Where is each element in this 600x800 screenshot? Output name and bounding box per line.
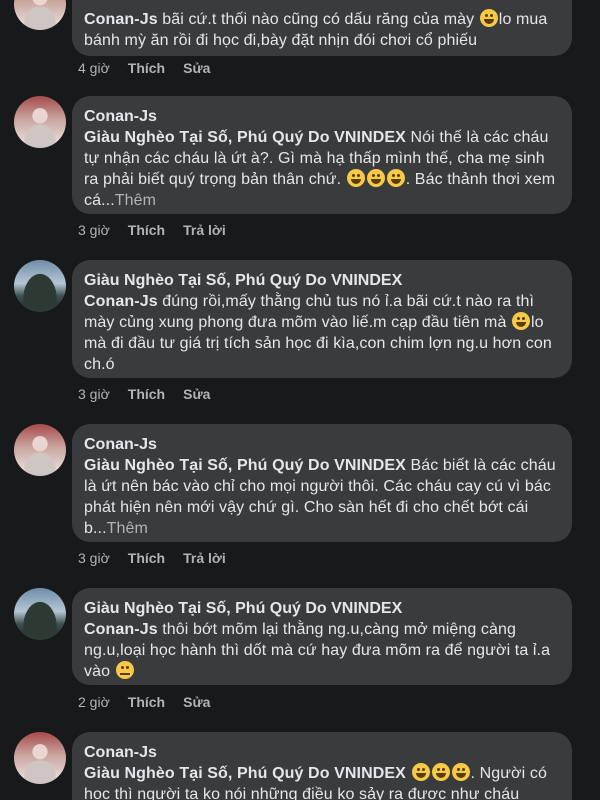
comment-time[interactable]: 2 giờ xyxy=(78,694,110,710)
comment-actions: 3 giờ Thích Trả lời xyxy=(78,222,226,238)
avatar[interactable] xyxy=(14,588,66,640)
like-button[interactable]: Thích xyxy=(128,694,165,710)
comment-author[interactable]: Conan-Js xyxy=(84,742,560,763)
comment-text-part xyxy=(406,765,411,782)
rofl-emoji-icon xyxy=(346,169,365,187)
comment-bubble: Conan-Js Giàu Nghèo Tại Số, Phú Quý Do V… xyxy=(72,424,572,542)
smirk-emoji-icon xyxy=(115,661,134,679)
mention-link[interactable]: Conan-Js xyxy=(84,293,158,310)
grin-emoji-icon xyxy=(451,763,470,781)
comment-bubble: Conan-Js bãi cứ.t thối nào cũng có dấu r… xyxy=(72,0,572,56)
reply-button[interactable]: Trả lời xyxy=(183,222,226,238)
comment-thread: Conan-Js bãi cứ.t thối nào cũng có dấu r… xyxy=(0,0,600,800)
comment-time[interactable]: 3 giờ xyxy=(78,550,110,566)
comment-text: Giàu Nghèo Tại Số, Phú Quý Do VNINDEX Nó… xyxy=(84,127,560,211)
comment-text: Conan-Js bãi cứ.t thối nào cũng có dấu r… xyxy=(84,0,560,51)
mention-link[interactable]: Giàu Nghèo Tại Số, Phú Quý Do VNINDEX xyxy=(84,129,406,146)
mention-link[interactable]: Giàu Nghèo Tại Số, Phú Quý Do VNINDEX xyxy=(84,765,406,782)
comment-actions: 3 giờ Thích Sửa xyxy=(78,386,210,402)
comment-actions: 2 giờ Thích Sửa xyxy=(78,694,210,710)
comment-time[interactable]: 3 giờ xyxy=(78,386,110,402)
rofl-emoji-icon xyxy=(366,169,385,187)
comment-time[interactable]: 3 giờ xyxy=(78,222,110,238)
avatar[interactable] xyxy=(14,260,66,312)
comment-text: Conan-Js thôi bớt mõm lại thằng ng.u,càn… xyxy=(84,619,560,682)
comment-bubble: Giàu Nghèo Tại Số, Phú Quý Do VNINDEX Co… xyxy=(72,588,572,685)
comment-bubble: Conan-Js Giàu Nghèo Tại Số, Phú Quý Do V… xyxy=(72,732,572,800)
edit-button[interactable]: Sửa xyxy=(183,386,210,402)
edit-button[interactable]: Sửa xyxy=(183,60,210,76)
like-button[interactable]: Thích xyxy=(128,550,165,566)
avatar[interactable] xyxy=(14,0,66,30)
comment-text-part: bãi cứ.t thối nào cũng có dấu răng của m… xyxy=(162,11,479,28)
edit-button[interactable]: Sửa xyxy=(183,694,210,710)
see-more-link[interactable]: Thêm xyxy=(115,192,156,209)
like-button[interactable]: Thích xyxy=(128,222,165,238)
rofl-emoji-icon xyxy=(512,312,531,330)
comment-author[interactable]: Conan-Js xyxy=(84,434,560,455)
like-button[interactable]: Thích xyxy=(128,60,165,76)
comment-actions: 4 giờ Thích Sửa xyxy=(78,60,210,76)
comment-bubble: Giàu Nghèo Tại Số, Phú Quý Do VNINDEX Co… xyxy=(72,260,572,378)
mention-link[interactable]: Giàu Nghèo Tại Số, Phú Quý Do VNINDEX xyxy=(84,457,406,474)
comment-text: Conan-Js đúng rồi,mấy thằng chủ tus nó ỉ… xyxy=(84,291,560,375)
comment-text: Giàu Nghèo Tại Số, Phú Quý Do VNINDEX . … xyxy=(84,763,560,800)
comment-time[interactable]: 4 giờ xyxy=(78,60,110,76)
grin-emoji-icon xyxy=(431,763,450,781)
rofl-emoji-icon xyxy=(386,169,405,187)
comment-author[interactable]: Conan-Js xyxy=(84,106,560,127)
comment-text: Giàu Nghèo Tại Số, Phú Quý Do VNINDEX Bá… xyxy=(84,455,560,539)
reply-button[interactable]: Trả lời xyxy=(183,550,226,566)
comment-author[interactable]: Giàu Nghèo Tại Số, Phú Quý Do VNINDEX xyxy=(84,270,560,291)
avatar[interactable] xyxy=(14,96,66,148)
grin-emoji-icon xyxy=(411,763,430,781)
avatar[interactable] xyxy=(14,732,66,784)
comment-actions: 3 giờ Thích Trả lời xyxy=(78,550,226,566)
like-button[interactable]: Thích xyxy=(128,386,165,402)
comment-bubble: Conan-Js Giàu Nghèo Tại Số, Phú Quý Do V… xyxy=(72,96,572,214)
rofl-emoji-icon xyxy=(479,9,498,27)
comment-author[interactable]: Conan-Js xyxy=(84,11,158,28)
comment-author[interactable]: Giàu Nghèo Tại Số, Phú Quý Do VNINDEX xyxy=(84,598,560,619)
avatar[interactable] xyxy=(14,424,66,476)
mention-link[interactable]: Conan-Js xyxy=(84,621,158,638)
see-more-link[interactable]: Thêm xyxy=(107,520,148,537)
